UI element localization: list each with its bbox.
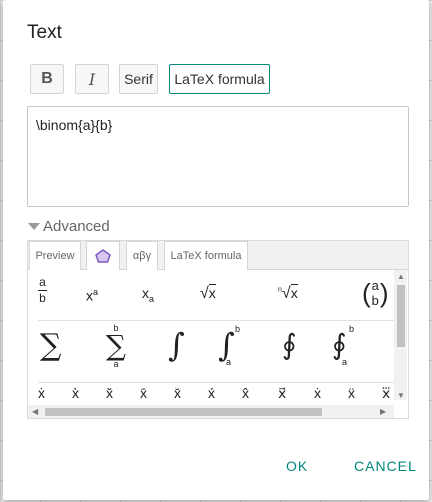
fraction-denominator: b xyxy=(39,291,46,305)
contour-limits-symbol[interactable]: ∮ b a xyxy=(332,324,358,370)
dialog-title: Text xyxy=(27,22,62,43)
subscript-symbol[interactable]: xa xyxy=(142,285,154,304)
tab-preview[interactable]: Preview xyxy=(29,241,81,270)
editor-content: \binom{a}{b} xyxy=(36,117,113,133)
accent-symbol[interactable]: x̀ xyxy=(72,385,79,401)
power-symbol[interactable]: xa xyxy=(86,287,98,304)
text-editor[interactable]: \binom{a}{b} xyxy=(27,106,409,207)
accent-symbol[interactable]: x⃛ xyxy=(382,385,390,402)
italic-button[interactable]: I xyxy=(75,64,109,94)
contour-upper-limit: b xyxy=(349,324,355,334)
binomial-symbol[interactable]: ( a b ) xyxy=(362,278,389,308)
horizontal-scroll-thumb[interactable] xyxy=(45,408,322,416)
nth-root-radical: √ xyxy=(281,285,291,302)
fraction-numerator: a xyxy=(39,275,46,289)
accent-symbol[interactable]: x⃗ xyxy=(278,385,286,402)
bold-button[interactable]: B xyxy=(30,64,64,94)
symbol-grid: a b xa xa √x n√x ( a b ) ∑ b ∑ a ∫ ∫ b a… xyxy=(28,270,394,406)
advanced-panel: Preview αβγ LaTeX formula a b xa xa √x n… xyxy=(27,240,409,419)
sum-operator: ∑ xyxy=(106,329,126,362)
row-divider xyxy=(38,382,394,383)
nth-root-argument: x xyxy=(290,284,298,301)
integral-upper-limit: b xyxy=(235,324,241,334)
accent-symbol[interactable]: x̂ xyxy=(242,385,249,401)
pentagon-icon xyxy=(95,249,111,263)
integral-lower-limit: a xyxy=(226,357,232,367)
accent-symbol[interactable]: x̌ xyxy=(106,385,113,401)
accent-symbol[interactable]: x̆ xyxy=(174,385,181,401)
accent-symbol[interactable]: ẍ xyxy=(348,385,355,401)
ok-button[interactable]: OK xyxy=(286,458,308,474)
cancel-button[interactable]: CANCEL xyxy=(354,458,417,474)
sqrt-radical: √ xyxy=(200,285,209,302)
binomial-bottom: b xyxy=(371,293,379,308)
nth-root-symbol[interactable]: n√x xyxy=(278,284,298,303)
subscript-base: x xyxy=(142,285,149,301)
latex-formula-button[interactable]: LaTeX formula xyxy=(169,64,270,94)
accent-symbol[interactable]: ẋ xyxy=(314,385,321,401)
vertical-scroll-thumb[interactable] xyxy=(397,285,405,347)
integral-limits-symbol[interactable]: ∫ b a xyxy=(218,324,244,370)
scroll-down-icon[interactable]: ▼ xyxy=(397,391,405,400)
power-exponent: a xyxy=(93,287,99,297)
text-dialog: Text B I Serif LaTeX formula \binom{a}{b… xyxy=(3,0,429,500)
contour-integral-symbol[interactable]: ∮ xyxy=(282,328,297,361)
tab-greek[interactable]: αβγ xyxy=(126,241,158,270)
fraction-symbol[interactable]: a b xyxy=(38,276,47,305)
sum-symbol[interactable]: ∑ xyxy=(40,328,61,363)
sqrt-symbol[interactable]: √x xyxy=(200,284,216,303)
sum-limits-symbol[interactable]: b ∑ a xyxy=(102,323,130,369)
advanced-toggle[interactable]: Advanced xyxy=(28,218,110,235)
serif-button[interactable]: Serif xyxy=(119,64,158,94)
vertical-scrollbar[interactable]: ▲ ▼ xyxy=(394,270,407,400)
sqrt-argument: x xyxy=(208,284,216,301)
row-divider xyxy=(38,320,394,321)
accent-symbol[interactable]: x́ xyxy=(208,385,215,401)
advanced-label: Advanced xyxy=(43,218,110,235)
binomial-top: a xyxy=(371,278,379,293)
scroll-right-icon[interactable]: ▶ xyxy=(380,407,386,416)
scroll-up-icon[interactable]: ▲ xyxy=(397,272,405,281)
power-base: x xyxy=(86,287,93,304)
accent-symbol[interactable]: ẋ xyxy=(38,385,45,401)
tab-pentagon[interactable] xyxy=(86,241,120,270)
triangle-down-icon xyxy=(28,223,40,230)
horizontal-scrollbar[interactable]: ◀ ▶ xyxy=(28,405,394,418)
contour-lower-limit: a xyxy=(342,357,348,367)
scroll-left-icon[interactable]: ◀ xyxy=(32,407,38,416)
accent-symbol[interactable]: x̄ xyxy=(140,385,147,401)
tab-latex-formula[interactable]: LaTeX formula xyxy=(164,241,248,270)
subscript-index: a xyxy=(149,293,155,304)
integral-symbol[interactable]: ∫ xyxy=(168,326,185,364)
